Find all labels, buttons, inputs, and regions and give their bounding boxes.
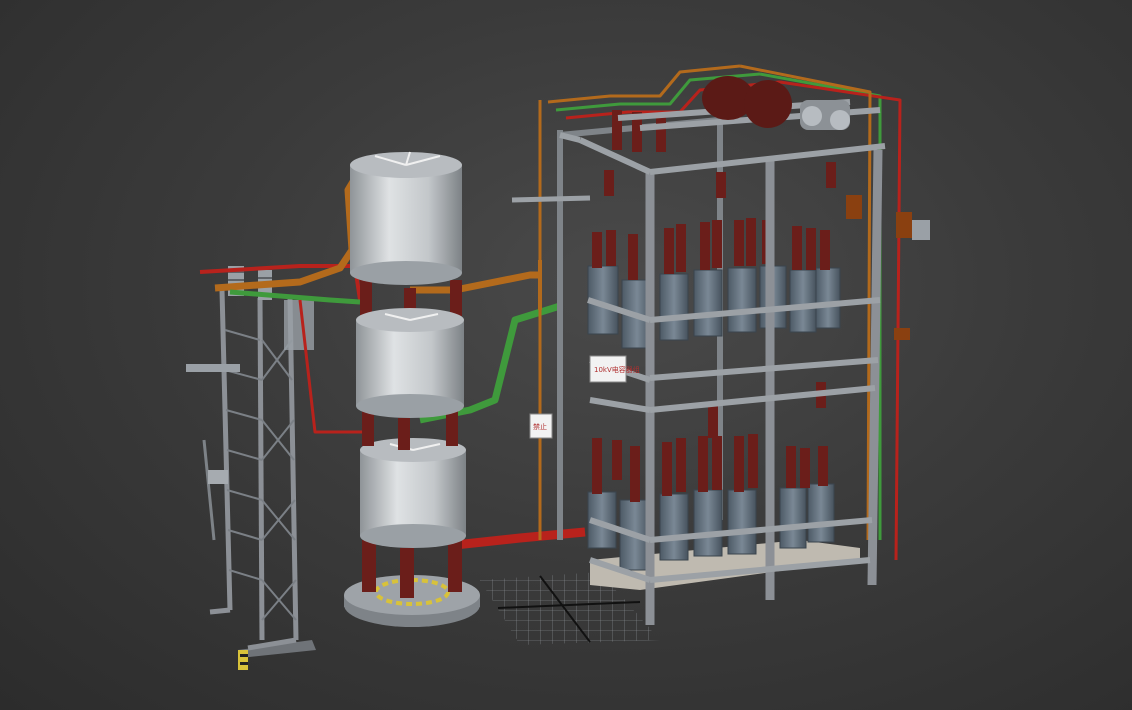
series-reactor-stack[interactable]: [344, 151, 480, 627]
isolating-switch-frame[interactable]: [185, 266, 316, 670]
scene-canvas[interactable]: 10kV电容器组 禁止: [0, 0, 1132, 710]
sign-label: 10kV电容器组: [594, 365, 640, 374]
small-sign: 禁止: [529, 413, 553, 439]
small-sign-label: 禁止: [533, 422, 547, 431]
warning-sign: 10kV电容器组: [589, 355, 640, 383]
capacitor-bank-frame[interactable]: [511, 76, 930, 625]
3d-viewport[interactable]: 10kV电容器组 禁止: [0, 0, 1132, 710]
